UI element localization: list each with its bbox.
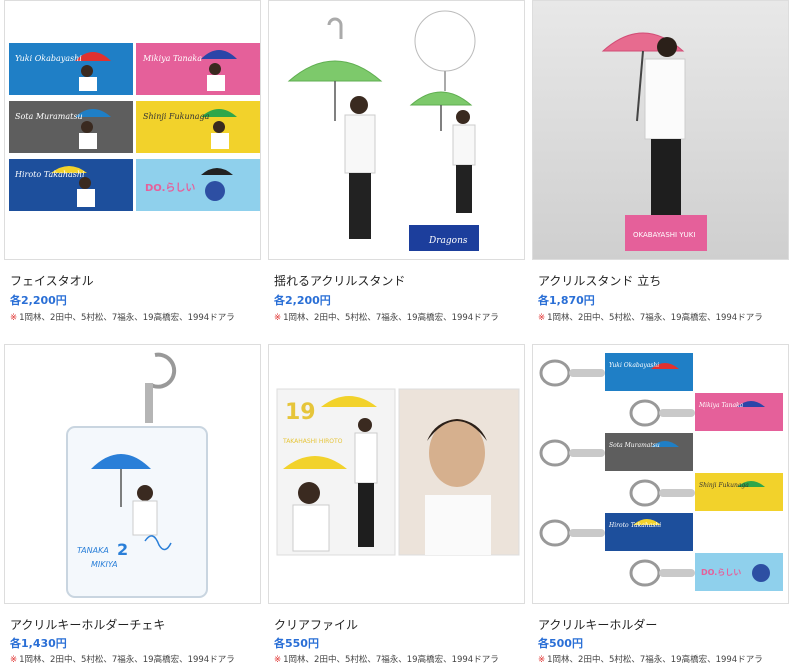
product-image-acrylic-stand-standing[interactable]: OKABAYASHI YUKI	[532, 0, 789, 260]
product-image-swing-acrylic-stand[interactable]: Dragons	[268, 0, 525, 260]
product-grid: Yuki Okabayashi Mikiya Tanaka Sota Muram…	[0, 0, 796, 669]
towel-name-1: Yuki Okabayashi	[15, 54, 82, 63]
product-note: ※ 1岡林、2田中、5村松、7福永、19高橋宏、1994ドアラ	[538, 311, 763, 323]
stand-name: OKABAYASHI YUKI	[633, 231, 695, 239]
product-title[interactable]: 揺れるアクリルスタンド	[274, 272, 405, 289]
keyholder-name-6: DO.らしい	[701, 568, 741, 577]
keyholder-name-5: Hiroto Takahashi	[608, 522, 661, 529]
product-price: 各2,200円	[274, 294, 331, 307]
note-text: 1岡林、2田中、5村松、7福永、19高橋宏、1994ドアラ	[19, 313, 235, 323]
cheki-name: TANAKA	[77, 546, 109, 555]
keyholder-name-4: Shinji Fukunaga	[699, 482, 749, 489]
note-mark: ※	[10, 655, 18, 665]
product-image-face-towel[interactable]: Yuki Okabayashi Mikiya Tanaka Sota Muram…	[4, 0, 261, 260]
product-image-clear-file[interactable]: 19 TAKAHASHI HIROTO	[268, 344, 525, 604]
file-name: TAKAHASHI HIROTO	[282, 438, 343, 445]
note-mark: ※	[538, 313, 546, 323]
keyholder-collage: Yuki Okabayashi Mikiya Tanaka Sota Muram…	[533, 345, 788, 603]
cheki-photo: TANAKA 2 MIKIYA	[5, 345, 260, 603]
acrylic-stand-photo: OKABAYASHI YUKI	[533, 1, 788, 259]
product-title[interactable]: アクリルキーホルダーチェキ	[10, 616, 165, 633]
product-title[interactable]: アクリルキーホルダー	[538, 616, 657, 633]
product-note: ※ 1岡林、2田中、5村松、7福永、19高橋宏、1994ドアラ	[538, 653, 763, 665]
product-price: 各550円	[274, 637, 319, 650]
note-text: 1岡林、2田中、5村松、7福永、19高橋宏、1994ドアラ	[283, 313, 499, 323]
note-mark: ※	[274, 655, 282, 665]
keyholder-name-1: Yuki Okabayashi	[609, 362, 659, 369]
product-note: ※ 1岡林、2田中、5村松、7福永、19高橋宏、1994ドアラ	[10, 653, 235, 665]
towel-name-3: Sota Muramatsu	[15, 112, 83, 121]
keyholder-name-2: Mikiya Tanaka	[698, 402, 744, 409]
note-text: 1岡林、2田中、5村松、7福永、19高橋宏、1994ドアラ	[19, 655, 235, 665]
cheki-number: 2	[117, 540, 128, 559]
note-mark: ※	[538, 655, 546, 665]
product-note: ※ 1岡林、2田中、5村松、7福永、19高橋宏、1994ドアラ	[274, 653, 499, 665]
note-mark: ※	[274, 313, 282, 323]
product-price: 各1,870円	[538, 294, 595, 307]
note-text: 1岡林、2田中、5村松、7福永、19高橋宏、1994ドアラ	[547, 655, 763, 665]
product-price: 各2,200円	[10, 294, 67, 307]
towel-name-6: DO.らしい	[145, 182, 195, 194]
product-price: 各500円	[538, 637, 583, 650]
note-text: 1岡林、2田中、5村松、7福永、19高橋宏、1994ドアラ	[283, 655, 499, 665]
clear-file-photo: 19 TAKAHASHI HIROTO	[269, 345, 524, 603]
keyholder-name-3: Sota Muramatsu	[609, 442, 660, 449]
towel-pink	[136, 43, 260, 95]
towel-collage: Yuki Okabayashi Mikiya Tanaka Sota Muram…	[9, 43, 260, 211]
doala-mascot	[752, 564, 770, 582]
doala-mascot	[205, 181, 225, 201]
note-text: 1岡林、2田中、5村松、7福永、19高橋宏、1994ドアラ	[547, 313, 763, 323]
towel-name-2: Mikiya Tanaka	[142, 54, 202, 63]
product-title[interactable]: フェイスタオル	[10, 272, 94, 289]
swing-stand-photo: Dragons	[269, 1, 524, 259]
towel-name-4: Shinji Fukunaga	[143, 112, 210, 121]
file-number: 19	[285, 400, 316, 425]
towel-yellow	[136, 101, 260, 153]
product-image-keyholder-cheki[interactable]: TANAKA 2 MIKIYA	[4, 344, 261, 604]
cheki-first: MIKIYA	[91, 560, 118, 569]
logo-text: Dragons	[428, 236, 468, 246]
product-note: ※ 1岡林、2田中、5村松、7福永、19高橋宏、1994ドアラ	[10, 311, 235, 323]
towel-gray	[9, 101, 133, 153]
product-title[interactable]: アクリルスタンド 立ち	[538, 272, 661, 289]
product-price: 各1,430円	[10, 637, 67, 650]
towel-name-5: Hiroto Takahashi	[14, 170, 85, 179]
note-mark: ※	[10, 313, 18, 323]
towel-blue	[9, 43, 133, 95]
product-title[interactable]: クリアファイル	[274, 616, 358, 633]
product-note: ※ 1岡林、2田中、5村松、7福永、19高橋宏、1994ドアラ	[274, 311, 499, 323]
product-image-acrylic-keyholder[interactable]: Yuki Okabayashi Mikiya Tanaka Sota Muram…	[532, 344, 789, 604]
